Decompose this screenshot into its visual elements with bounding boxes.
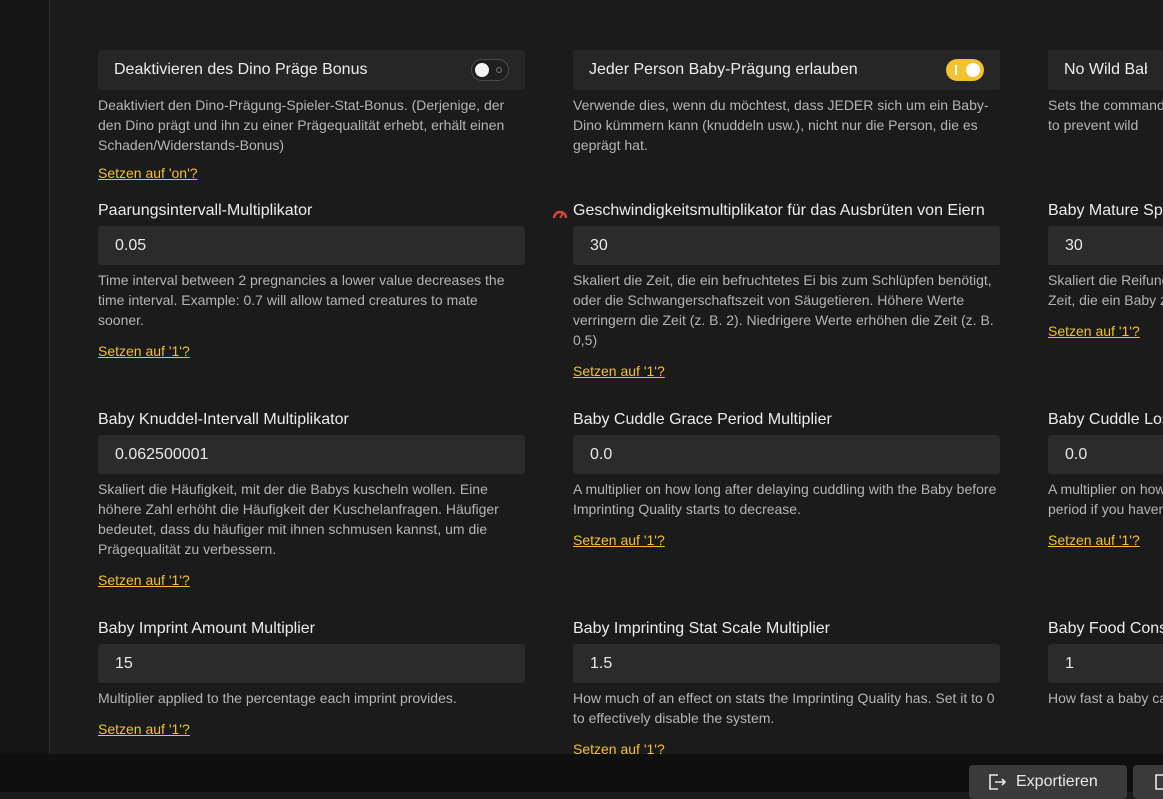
reset-link[interactable]: Setzen auf 'on'? — [98, 165, 198, 181]
toggle-switch-off[interactable] — [471, 59, 509, 81]
field-label: Baby Imprint Amount Multiplier — [98, 620, 315, 637]
field-label: Baby Cuddle Lose Imprint Quality Speed M… — [1048, 411, 1163, 428]
field-label: Baby Knuddel-Intervall Multiplikator — [98, 411, 349, 428]
toggle-switch-on[interactable] — [946, 59, 984, 81]
reset-link[interactable]: Setzen auf '1'? — [1048, 532, 1140, 548]
field-label: Baby Food Consumption Speed Multiplier — [1048, 620, 1163, 637]
toggle-label: No Wild Babies — [1064, 61, 1147, 78]
setting-description: Skaliert die Zeit, die ein befruchtetes … — [573, 272, 994, 348]
settings-panel: Deaktivieren des Dino Präge Bonus Deakti… — [0, 0, 1163, 792]
toggle-card-disable-imprint-bonus[interactable]: Deaktivieren des Dino Präge Bonus — [98, 50, 525, 90]
reset-link[interactable]: Setzen auf '1'? — [573, 363, 665, 379]
reset-link[interactable]: Setzen auf '1'? — [1048, 323, 1140, 339]
toggle-card-no-wild-babies[interactable]: No Wild Babies — [1048, 50, 1163, 90]
field-label: Baby Imprinting Stat Scale Multiplier — [573, 620, 830, 637]
setting-description: Deaktiviert den Dino-Prägung-Spieler-Sta… — [98, 97, 505, 153]
reset-link[interactable]: Setzen auf '1'? — [573, 532, 665, 548]
reset-link[interactable]: Setzen auf '1'? — [98, 343, 190, 359]
setting-description: A multiplier on how long after delaying … — [573, 481, 997, 517]
export-button-label: Exportieren — [1016, 773, 1098, 790]
import-icon — [1155, 774, 1163, 790]
food-consumption-input[interactable] — [1048, 644, 1163, 683]
field-label: Baby Mature Speed Multiplier — [1048, 202, 1163, 219]
setting-description: How fast a baby can eat food. — [1048, 690, 1163, 706]
secondary-export-button[interactable] — [1133, 765, 1163, 799]
reset-link[interactable]: Setzen auf '1'? — [98, 721, 190, 737]
setting-description: A multiplier on how fast imprinting qual… — [1048, 481, 1163, 517]
export-button[interactable]: Exportieren — [969, 765, 1127, 799]
imprint-amount-input[interactable] — [98, 644, 525, 683]
setting-description: Skaliert die Reifungszeit von Babys. Höh… — [1048, 272, 1163, 308]
field-label: Baby Cuddle Grace Period Multiplier — [573, 411, 832, 428]
export-icon — [989, 774, 1007, 790]
cuddle-interval-input[interactable] — [98, 435, 525, 474]
field-label: Geschwindigkeitsmultiplikator für das Au… — [573, 202, 985, 219]
setting-description: Verwende dies, wenn du möchtest, dass JE… — [573, 97, 989, 153]
imprint-stat-scale-input[interactable] — [573, 644, 1000, 683]
setting-description: Multiplier applied to the percentage eac… — [98, 690, 457, 706]
setting-description: How much of an effect on stats the Impri… — [573, 690, 995, 726]
reset-link[interactable]: Setzen auf '1'? — [98, 572, 190, 588]
toggle-label: Jeder Person Baby-Prägung erlauben — [589, 61, 858, 78]
gauge-warning-icon — [552, 210, 568, 219]
setting-description: Time interval between 2 pregnancies a lo… — [98, 272, 505, 328]
egg-hatch-speed-input[interactable] — [573, 226, 1000, 265]
field-label: Paarungsintervall-Multiplikator — [98, 202, 313, 219]
mature-speed-input[interactable] — [1048, 226, 1163, 265]
cuddle-lose-quality-input[interactable] — [1048, 435, 1163, 474]
setting-description: Sets the command to prevent wild babies … — [1048, 97, 1163, 133]
setting-description: Skaliert die Häufigkeit, mit der die Bab… — [98, 481, 499, 557]
toggle-card-allow-anyone-imprint[interactable]: Jeder Person Baby-Prägung erlauben — [573, 50, 1000, 90]
cuddle-grace-input[interactable] — [573, 435, 1000, 474]
toggle-label: Deaktivieren des Dino Präge Bonus — [114, 61, 368, 78]
mating-interval-input[interactable] — [98, 226, 525, 265]
